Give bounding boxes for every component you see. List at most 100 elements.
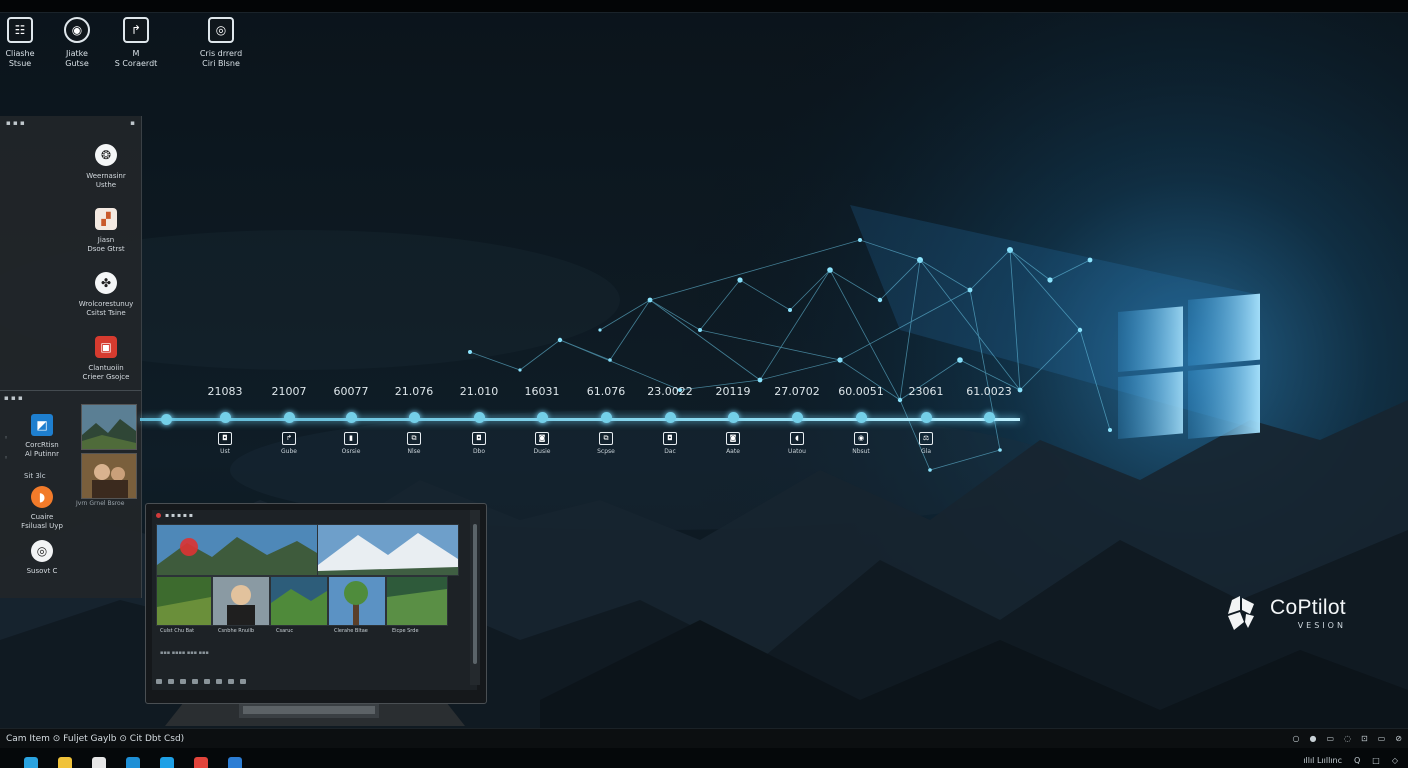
- laptop-preview[interactable]: ▪ ▪ ▪ ▪ ▪ Culst Chu Bat Csnbhe Rnuilb Cs…: [145, 503, 487, 704]
- side-dot: Sit 3lc: [24, 472, 46, 480]
- timeline-node[interactable]: [536, 412, 548, 423]
- scrollbar-thumb[interactable]: [473, 524, 477, 664]
- timeline-item[interactable]: 60077 ▮ Osrsie: [316, 384, 386, 455]
- timeline-item[interactable]: 27.0702 ◖ Uatou: [762, 384, 832, 455]
- timeline-label: Nlse: [407, 448, 421, 455]
- timeline-event-icon: ◘: [218, 432, 232, 445]
- panel-menu-icon[interactable]: ▪: [130, 119, 135, 127]
- timeline-date: 60.0051: [838, 385, 884, 398]
- hero-image[interactable]: [317, 524, 459, 576]
- tray-icon[interactable]: ▭: [1378, 734, 1386, 743]
- timeline-item[interactable]: 61.076 ⧉ Scpse: [571, 384, 641, 455]
- timeline-event-icon: ◘: [472, 432, 486, 445]
- timeline-node[interactable]: [664, 412, 676, 423]
- timeline-item[interactable]: 60.0051 ◉ Nbsut: [826, 384, 896, 455]
- mini-app-1[interactable]: ◩ CorcRtisn Al Putinnr: [12, 414, 72, 459]
- desktop-icon-4[interactable]: ◎ Cris drrerd Ciri Blsne: [186, 17, 256, 69]
- settings-icon[interactable]: ◇: [1392, 756, 1398, 765]
- timeline-item[interactable]: 21007 ↱ Gube: [254, 384, 324, 455]
- browser-icon[interactable]: [126, 757, 140, 768]
- timeline-item[interactable]: 21.010 ◘ Dbo: [444, 384, 514, 455]
- laptop-scrollbar[interactable]: [470, 510, 480, 685]
- tray-icon[interactable]: ▭: [1326, 734, 1334, 743]
- timeline-date: 23061: [908, 385, 944, 398]
- timeline-event-icon: ⚖: [919, 432, 933, 445]
- timeline-item[interactable]: 61.0023: [954, 384, 1024, 432]
- chrome-icon[interactable]: [58, 757, 72, 768]
- photo-tile[interactable]: [212, 576, 270, 626]
- timeline-node[interactable]: [408, 412, 420, 423]
- tray-icon[interactable]: ⊘: [1395, 734, 1402, 743]
- close-icon[interactable]: [156, 512, 161, 518]
- panel-app-4[interactable]: ▣ Clantuoiin Crieer Gsojce: [76, 336, 136, 382]
- timeline-node[interactable]: [920, 412, 932, 423]
- timeline-node[interactable]: [727, 412, 739, 423]
- tray-icon[interactable]: ◌: [1344, 734, 1351, 743]
- timeline-label: Nbsut: [852, 448, 870, 455]
- timeline-node[interactable]: [791, 412, 803, 423]
- tile-caption: Culst Chu Bat: [160, 628, 195, 634]
- panel-app-1[interactable]: ❂ Weernasinr Usthe: [76, 144, 136, 190]
- tray-icon[interactable]: ○: [1293, 734, 1300, 743]
- timeline-item[interactable]: 21083 ◘ Ust: [190, 384, 260, 455]
- timeline-event-icon: ◉: [854, 432, 868, 445]
- timeline-item[interactable]: 20119 ◙ Aate: [698, 384, 768, 455]
- skype-icon[interactable]: [160, 757, 174, 768]
- thumbnail-caption: Jvrn Grnel Bsroe: [76, 500, 125, 507]
- toolbar-icon[interactable]: [240, 678, 246, 684]
- timeline-item[interactable]: 16031 ◙ Dusie: [507, 384, 577, 455]
- toolbar-icon[interactable]: [216, 678, 222, 684]
- mail-icon[interactable]: [228, 757, 242, 768]
- status-text: Cam Item ⊙ Fuljet Gaylb ⊙ Cit Dbt Csd): [6, 733, 185, 744]
- files-icon[interactable]: [92, 757, 106, 768]
- tray-icon[interactable]: ⊡: [1361, 734, 1368, 743]
- photo-tile[interactable]: [270, 576, 328, 626]
- toolbar-icon[interactable]: [228, 678, 234, 684]
- disc-icon: ◎: [31, 540, 53, 562]
- top-strip: [0, 0, 1408, 13]
- photo-thumbnail[interactable]: [81, 404, 137, 450]
- timeline-start-node[interactable]: [161, 414, 172, 425]
- panel-header-controls[interactable]: ▪ ▪ ▪: [6, 119, 25, 127]
- timeline-node[interactable]: [219, 412, 231, 423]
- mini-app-3[interactable]: ◎ Susovt C: [12, 540, 72, 576]
- photo-tile[interactable]: [386, 576, 448, 626]
- timeline-node[interactable]: [983, 412, 995, 423]
- tray-icon[interactable]: ●: [1310, 734, 1317, 743]
- timeline-node[interactable]: [473, 412, 485, 423]
- toolbar-icon[interactable]: [192, 678, 198, 684]
- share-icon: ✤: [95, 272, 117, 294]
- toolbar-icon[interactable]: [204, 678, 210, 684]
- timeline-item[interactable]: 21.076 ⧉ Nlse: [379, 384, 449, 455]
- notification-icon[interactable]: □: [1372, 756, 1380, 765]
- panel-app-2[interactable]: ▞ Jiasn Dsoe Gtrst: [76, 208, 136, 254]
- toolbar-icon[interactable]: [180, 678, 186, 684]
- timeline-date: 61.0023: [966, 385, 1012, 398]
- desktop-icon-3[interactable]: ↱ M S Coraerdt: [101, 17, 171, 69]
- taskbar: ıllıl Lııllınc Q □ ◇: [0, 748, 1408, 768]
- status-bar: Cam Item ⊙ Fuljet Gaylb ⊙ Cit Dbt Csd) ○…: [0, 728, 1408, 748]
- panel-header: ▪ ▪ ▪ ▪: [0, 116, 141, 130]
- windows-icon[interactable]: [24, 757, 38, 768]
- timeline-node[interactable]: [855, 412, 867, 423]
- panel-app-3[interactable]: ✤ Wrolcorestunuy Csitst Tsine: [76, 272, 136, 318]
- laptop-screen: ▪ ▪ ▪ ▪ ▪ Culst Chu Bat Csnbhe Rnuilb Cs…: [152, 510, 477, 690]
- mini-app-2[interactable]: ◗ Cuaire Fsiluasl Uyp: [12, 486, 72, 531]
- hero-image[interactable]: [156, 524, 318, 576]
- timeline-item[interactable]: 23061 ⚖ Gla: [891, 384, 961, 455]
- panel-subheader[interactable]: ▪ ▪ ▪: [4, 394, 23, 402]
- photo-thumbnail[interactable]: [81, 453, 137, 499]
- office-icon[interactable]: [194, 757, 208, 768]
- photo-tile[interactable]: [156, 576, 212, 626]
- photo-tile[interactable]: [328, 576, 386, 626]
- timeline-node[interactable]: [345, 412, 357, 423]
- timeline-node[interactable]: [600, 412, 612, 423]
- timeline-item[interactable]: 23.0022 ◘ Dac: [635, 384, 705, 455]
- list-icon: ☷: [7, 17, 33, 43]
- toolbar-icon[interactable]: [156, 678, 162, 684]
- search-icon[interactable]: Q: [1354, 756, 1360, 765]
- timeline-node[interactable]: [283, 412, 295, 423]
- timeline-label: Scpse: [597, 448, 615, 455]
- toolbar-icon[interactable]: [168, 678, 174, 684]
- camera-icon: ◗: [31, 486, 53, 508]
